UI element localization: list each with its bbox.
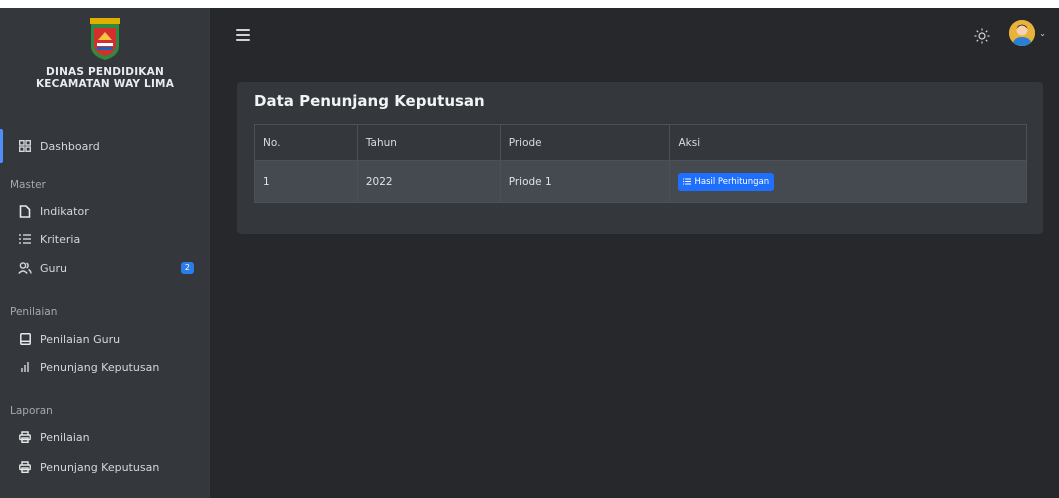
grid-icon: [18, 139, 32, 153]
section-header-penilaian: Penilaian: [10, 306, 58, 318]
sidebar-item-indikator[interactable]: Indikator: [0, 198, 210, 224]
sidebar-item-dashboard[interactable]: Dashboard: [0, 129, 210, 163]
sidebar-item-label: Dashboard: [40, 139, 100, 153]
list-icon: [683, 178, 692, 185]
sidebar-item-penunjang-keputusan[interactable]: Penunjang Keputusan: [0, 354, 210, 380]
topbar: ⌄: [210, 8, 1059, 66]
logo-icon: [90, 18, 120, 60]
column-header-tahun: Tahun: [356, 124, 501, 161]
list-icon: [18, 232, 32, 246]
hasil-perhitungan-label: Hasil Perhitungan: [694, 176, 770, 187]
table-row: 1 2022 Priode 1 Hasil Perhitungan: [254, 160, 1027, 203]
book-icon: [18, 332, 32, 346]
sidebar-item-label: Kriteria: [40, 232, 81, 246]
column-header-no: No.: [254, 124, 358, 161]
menu-toggle-icon[interactable]: [236, 29, 250, 41]
column-header-aksi: Aksi: [669, 124, 1027, 161]
app-window: DINAS PENDIDIKAN KECAMATAN WAY LIMA Dash…: [0, 8, 1059, 498]
sidebar-item-label: Penunjang Keputusan: [40, 360, 160, 374]
sidebar-item-label: Indikator: [40, 204, 89, 218]
chevron-down-icon[interactable]: ⌄: [1039, 29, 1046, 38]
avatar[interactable]: [1009, 20, 1035, 46]
table-header-row: No. Tahun Priode Aksi: [254, 124, 1027, 161]
sidebar-item-label: Penilaian Guru: [40, 332, 121, 346]
users-icon: [18, 261, 32, 275]
sidebar-item-guru[interactable]: Guru 2: [0, 255, 210, 281]
sidebar: DINAS PENDIDIKAN KECAMATAN WAY LIMA Dash…: [0, 8, 210, 498]
decision-support-card: Data Penunjang Keputusan No. Tahun Priod…: [237, 82, 1043, 234]
printer-icon: [18, 430, 32, 444]
page-title: Data Penunjang Keputusan: [254, 92, 485, 110]
brand-line2: KECAMATAN WAY LIMA: [35, 78, 175, 90]
sidebar-item-laporan-penilaian[interactable]: Penilaian: [0, 424, 210, 450]
brand-line1: DINAS PENDIDIKAN: [46, 66, 164, 78]
sidebar-item-penilaian-guru[interactable]: Penilaian Guru: [0, 326, 210, 352]
section-header-master: Master: [10, 179, 46, 191]
cell-aksi: Hasil Perhitungan: [669, 160, 1027, 203]
brand-name: DINAS PENDIDIKAN KECAMATAN WAY LIMA: [36, 66, 174, 90]
data-table: No. Tahun Priode Aksi 1 2022 Priode 1 Ha…: [254, 124, 1027, 203]
sidebar-item-label: Penunjang Keputusan: [40, 460, 160, 474]
column-header-priode: Priode: [499, 124, 671, 161]
brand[interactable]: DINAS PENDIDIKAN KECAMATAN WAY LIMA: [0, 8, 210, 116]
hasil-perhitungan-button[interactable]: Hasil Perhitungan: [678, 172, 775, 191]
main-content: ⌄ Data Penunjang Keputusan No. Tahun Pri…: [210, 8, 1059, 498]
sidebar-item-label: Penilaian: [40, 430, 90, 444]
sidebar-item-label: Guru: [40, 261, 67, 275]
printer-icon: [18, 460, 32, 474]
sun-icon[interactable]: [974, 28, 990, 44]
bar-chart-icon: [18, 360, 32, 374]
sidebar-item-kriteria[interactable]: Kriteria: [0, 226, 210, 252]
section-header-laporan: Laporan: [10, 405, 53, 417]
cell-no: 1: [254, 160, 358, 203]
sidebar-item-laporan-penunjang[interactable]: Penunjang Keputusan: [0, 454, 210, 480]
cell-priode: Priode 1: [499, 160, 671, 203]
cell-tahun: 2022: [356, 160, 501, 203]
guru-count-badge: 2: [180, 262, 194, 274]
file-icon: [18, 204, 32, 218]
